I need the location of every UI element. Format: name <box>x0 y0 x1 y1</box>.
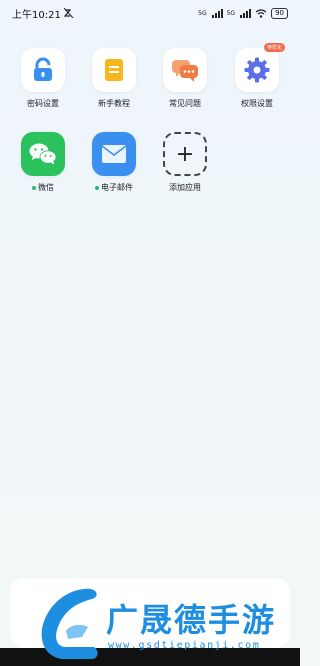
add-app-button[interactable]: + <box>163 132 207 176</box>
battery-indicator: 90 <box>271 7 288 19</box>
app-label-text: 电子邮件 <box>101 183 133 192</box>
signal1-label: 5G <box>198 9 207 17</box>
app-label-text: 微信 <box>38 183 54 192</box>
app-label: 微信 <box>32 182 54 193</box>
app-faq[interactable]: 常见问题 <box>155 48 215 109</box>
status-left: 上午10:21 <box>12 6 74 21</box>
gear-icon <box>244 57 270 83</box>
signal2-label: 5G <box>226 9 236 17</box>
mail-icon <box>101 145 127 163</box>
clock: 上午10:21 <box>12 9 61 21</box>
wechat-icon <box>29 143 57 165</box>
status-right: 5G 5G 90 <box>198 7 288 19</box>
status-bar: 上午10:21 5G 5G 90 <box>0 0 300 26</box>
app-icon-box: 待优化 <box>235 43 285 92</box>
app-permission-settings[interactable]: 待优化 权限设置 <box>227 43 287 109</box>
app-wechat[interactable]: 微信 <box>13 132 73 193</box>
app-icon-box <box>21 132 65 176</box>
app-tutorial[interactable]: 新手教程 <box>84 48 144 109</box>
app-add[interactable]: + 添加应用 <box>155 132 215 193</box>
app-icon-box <box>92 48 136 92</box>
wifi-icon <box>255 8 267 18</box>
signal2-icon <box>240 8 252 18</box>
chat-bubbles-icon <box>172 60 198 82</box>
status-badge: 待优化 <box>263 43 285 52</box>
watermark-logo-icon <box>41 588 98 659</box>
do-not-disturb-icon <box>63 8 74 18</box>
app-icon-box <box>92 132 136 176</box>
app-label: 新手教程 <box>98 99 130 108</box>
watermark: 广晟德手游 www.gsdtiepianji.com <box>36 585 298 665</box>
app-icon-box <box>21 48 65 92</box>
plus-icon: + <box>175 141 195 167</box>
signal1-icon <box>211 8 223 18</box>
app-password-settings[interactable]: 密码设置 <box>13 48 73 109</box>
app-label: 密码设置 <box>27 99 59 108</box>
unlock-icon <box>34 57 52 81</box>
app-email[interactable]: 电子邮件 <box>84 132 144 193</box>
app-icon-box <box>163 48 207 92</box>
watermark-url: www.gsdtiepianji.com <box>108 640 261 651</box>
watermark-title: 广晟德手游 <box>106 601 277 639</box>
app-label: 常见问题 <box>169 99 201 108</box>
app-label: 电子邮件 <box>95 182 133 193</box>
running-dot <box>32 185 36 190</box>
app-label: 权限设置 <box>241 99 273 108</box>
running-dot <box>95 185 99 190</box>
document-icon <box>105 59 123 81</box>
app-label: 添加应用 <box>169 183 201 192</box>
